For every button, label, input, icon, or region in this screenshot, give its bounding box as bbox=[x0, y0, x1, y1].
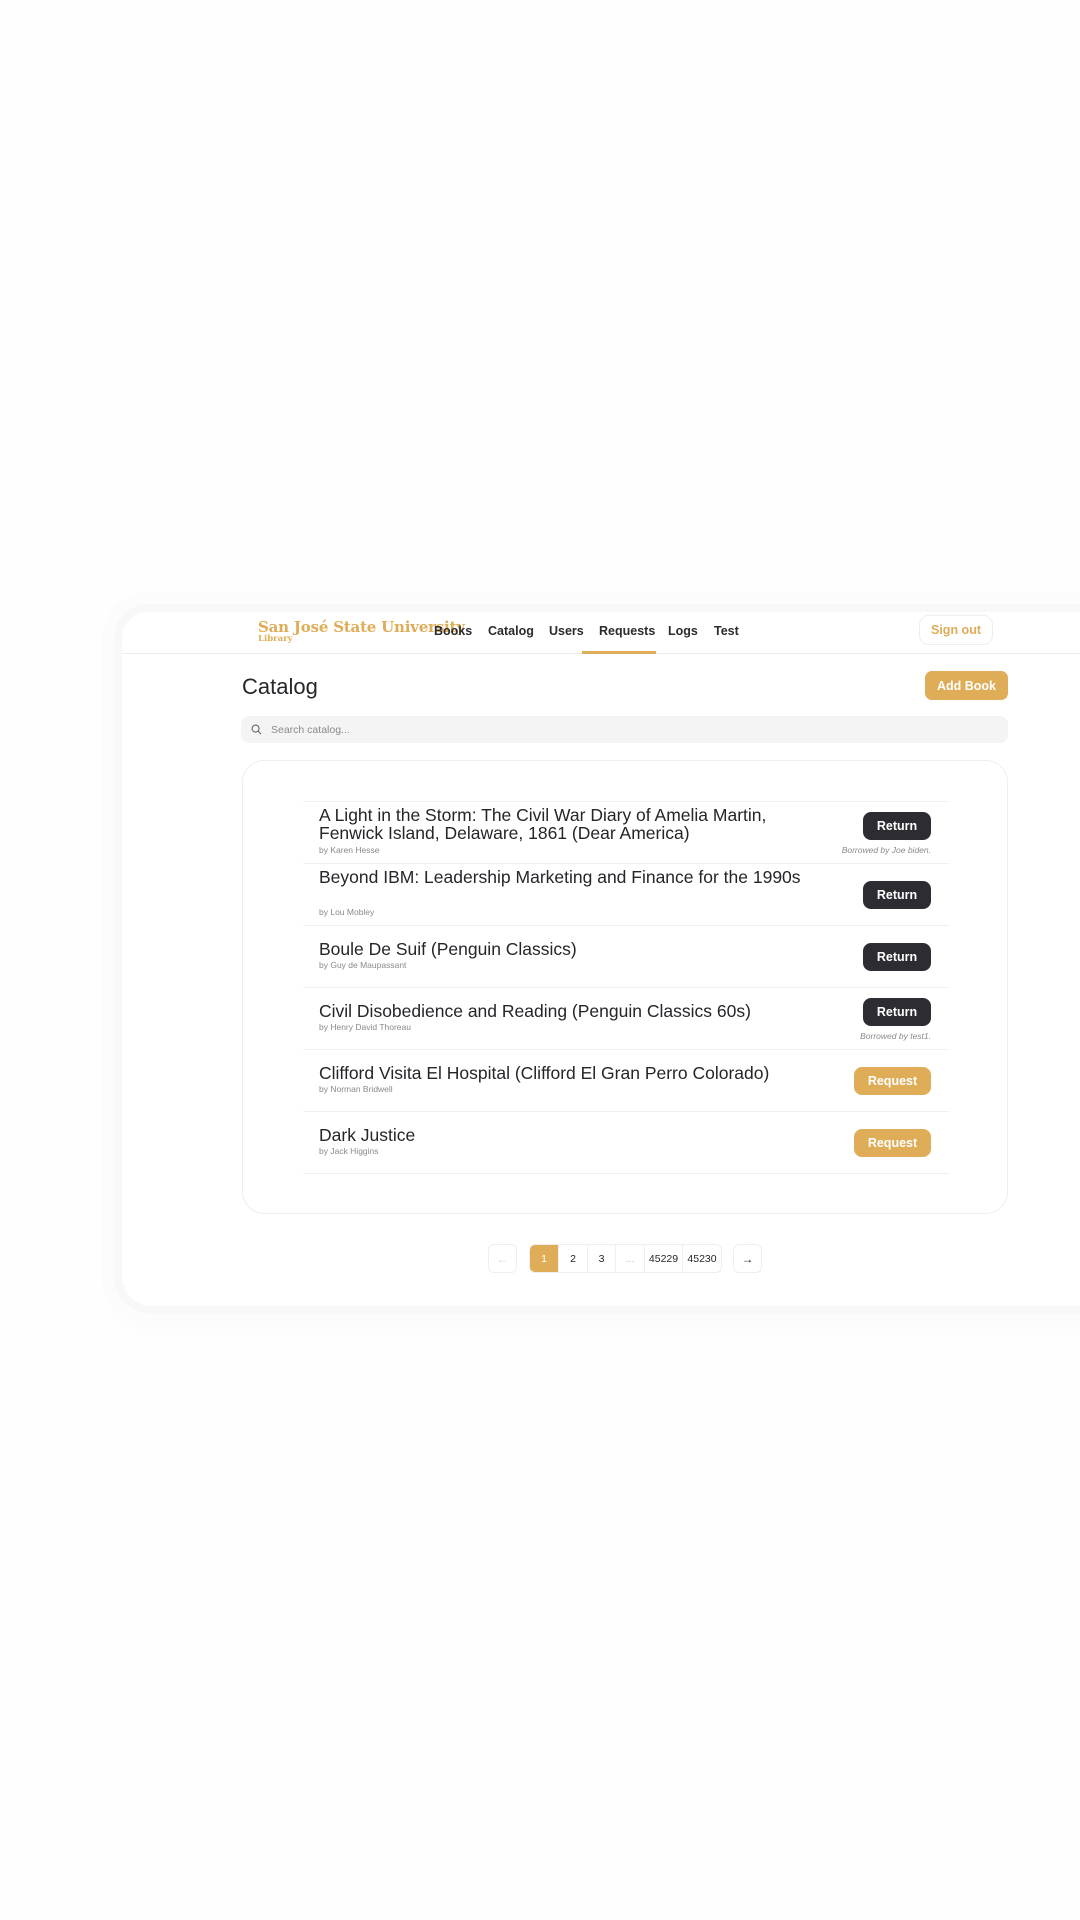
sign-out-button[interactable]: Sign out bbox=[919, 615, 993, 645]
return-button[interactable]: Return bbox=[863, 881, 931, 909]
page-numbers: 1 2 3 ... 45229 45230 bbox=[529, 1244, 722, 1273]
page-button[interactable]: 2 bbox=[559, 1245, 588, 1272]
borrowed-note: Borrowed by Joe biden. bbox=[841, 845, 931, 855]
return-button[interactable]: Return bbox=[863, 943, 931, 971]
book-title[interactable]: Boule De Suif (Penguin Classics) bbox=[319, 940, 809, 958]
request-button[interactable]: Request bbox=[854, 1067, 931, 1095]
book-row: A Light in the Storm: The Civil War Diar… bbox=[303, 801, 949, 863]
book-author: by Guy de Maupassant bbox=[319, 960, 407, 970]
arrow-left-icon: ← bbox=[496, 1251, 509, 1266]
page-button[interactable]: 45230 bbox=[683, 1245, 721, 1272]
book-title[interactable]: Clifford Visita El Hospital (Clifford El… bbox=[319, 1064, 879, 1082]
book-author: by Norman Bridwell bbox=[319, 1084, 393, 1094]
nav-catalog[interactable]: Catalog bbox=[488, 624, 534, 638]
page-button[interactable]: 1 bbox=[530, 1245, 559, 1272]
nav-logs[interactable]: Logs bbox=[668, 624, 698, 638]
nav-users[interactable]: Users bbox=[549, 624, 584, 638]
book-author: by Lou Mobley bbox=[319, 907, 375, 917]
book-row: Boule De Suif (Penguin Classics) by Guy … bbox=[303, 925, 949, 987]
return-button[interactable]: Return bbox=[863, 812, 931, 840]
nav-books[interactable]: Books bbox=[434, 624, 472, 638]
book-author: by Karen Hesse bbox=[319, 845, 380, 855]
add-book-button[interactable]: Add Book bbox=[925, 671, 1008, 700]
page-title: Catalog bbox=[242, 674, 318, 699]
nav-requests[interactable]: Requests bbox=[599, 624, 655, 638]
active-tab-indicator bbox=[582, 651, 656, 654]
book-list-card: A Light in the Storm: The Civil War Diar… bbox=[242, 760, 1008, 1214]
borrowed-note: Borrowed by test1. bbox=[860, 1031, 931, 1041]
book-list: A Light in the Storm: The Civil War Diar… bbox=[303, 801, 949, 1174]
arrow-right-icon: → bbox=[741, 1251, 754, 1266]
book-row: Beyond IBM: Leadership Marketing and Fin… bbox=[303, 863, 949, 925]
book-row: Civil Disobedience and Reading (Penguin … bbox=[303, 987, 949, 1049]
book-author: by Henry David Thoreau bbox=[319, 1022, 411, 1032]
request-button[interactable]: Request bbox=[854, 1129, 931, 1157]
search-bar[interactable] bbox=[241, 716, 1008, 743]
next-page-button[interactable]: → bbox=[733, 1244, 762, 1273]
search-icon bbox=[251, 724, 262, 735]
book-title[interactable]: Civil Disobedience and Reading (Penguin … bbox=[319, 1002, 809, 1020]
return-button[interactable]: Return bbox=[863, 998, 931, 1026]
book-title[interactable]: A Light in the Storm: The Civil War Diar… bbox=[319, 806, 809, 842]
nav-test[interactable]: Test bbox=[714, 624, 739, 638]
search-input[interactable] bbox=[269, 722, 973, 737]
book-row: Dark Justice by Jack Higgins Request bbox=[303, 1111, 949, 1174]
page-button[interactable]: 45229 bbox=[645, 1245, 683, 1272]
top-nav-bar: San José State University Library Books … bbox=[122, 612, 1080, 654]
page-button[interactable]: 3 bbox=[588, 1245, 616, 1272]
page-ellipsis: ... bbox=[616, 1245, 645, 1272]
book-author: by Jack Higgins bbox=[319, 1146, 379, 1156]
book-title[interactable]: Beyond IBM: Leadership Marketing and Fin… bbox=[319, 868, 809, 886]
book-row: Clifford Visita El Hospital (Clifford El… bbox=[303, 1049, 949, 1111]
book-title[interactable]: Dark Justice bbox=[319, 1126, 809, 1144]
prev-page-button[interactable]: ← bbox=[488, 1244, 517, 1273]
app-window: San José State University Library Books … bbox=[122, 612, 1080, 1306]
